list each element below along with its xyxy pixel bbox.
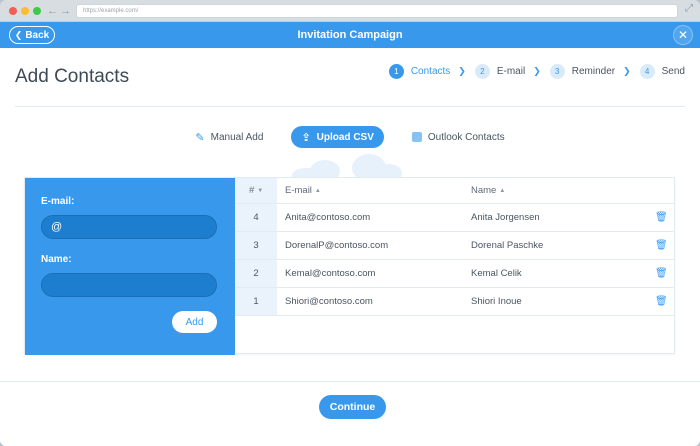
trash-icon[interactable]: 🗑: [655, 288, 668, 316]
window-maximize-dot[interactable]: [33, 7, 41, 15]
footer-divider: [0, 381, 700, 382]
browser-window: ← → https://example.com/ ⤢ ❮ Back Invita…: [0, 0, 700, 446]
contacts-table: # ▼ E-mail ▲ Name ▲ 4 Anita@contoso.com: [235, 178, 675, 355]
row-name: Anita Jorgensen: [471, 212, 540, 223]
tab-label: Upload CSV: [316, 131, 374, 143]
step-email[interactable]: 2 E-mail: [474, 64, 526, 79]
row-email: Shiori@contoso.com: [285, 296, 373, 307]
header-divider: [15, 106, 685, 107]
window-minimize-dot[interactable]: [21, 7, 29, 15]
upload-icon: ⇪: [301, 131, 311, 144]
step-label: E-mail: [496, 66, 526, 77]
table-row: 3 DorenalP@contoso.com Dorenal Paschke 🗑: [235, 232, 675, 260]
chevron-right-icon: ❯: [533, 66, 541, 76]
tab-outlook-contacts[interactable]: Outlook Contacts: [402, 126, 515, 148]
campaign-title: Invitation Campaign: [297, 29, 403, 41]
email-label: E-mail:: [41, 196, 75, 207]
row-number: 3: [253, 240, 259, 251]
url-bar[interactable]: https://example.com/: [76, 4, 678, 18]
top-bar: ❮ Back Invitation Campaign ✕: [0, 22, 700, 48]
table-header: # ▼ E-mail ▲ Name ▲: [235, 178, 675, 204]
import-tabs: ✎ Manual Add ⇪ Upload CSV Outlook Contac…: [0, 126, 700, 148]
window-close-dot[interactable]: [9, 7, 17, 15]
table-row: 1 Shiori@contoso.com Shiori Inoue 🗑: [235, 288, 675, 316]
step-contacts[interactable]: 1 Contacts: [388, 64, 451, 79]
app-content: ❮ Back Invitation Campaign ✕ Add Contact…: [0, 22, 700, 446]
contacts-card: E-mail: @ Name: Add # ▼ E-mail ▲ Name ▲ …: [24, 177, 675, 355]
tab-label: Outlook Contacts: [427, 131, 505, 143]
tab-manual-add[interactable]: ✎ Manual Add: [185, 126, 273, 148]
header-name[interactable]: Name ▲: [471, 178, 505, 204]
name-label: Name:: [41, 254, 72, 265]
close-icon: ✕: [677, 28, 689, 42]
chevron-right-icon: ❯: [458, 66, 466, 76]
step-number: 1: [388, 64, 404, 79]
trash-icon[interactable]: 🗑: [655, 260, 668, 288]
header-label: #: [249, 185, 255, 196]
table-row: 2 Kemal@contoso.com Kemal Celik 🗑: [235, 260, 675, 288]
step-reminder[interactable]: 3 Reminder: [549, 64, 616, 79]
step-label: Send: [661, 66, 685, 77]
pencil-icon: ✎: [195, 131, 205, 144]
header-label: Name: [471, 185, 497, 196]
outlook-icon: [411, 132, 422, 142]
header-email[interactable]: E-mail ▲: [285, 178, 321, 204]
trash-icon[interactable]: 🗑: [655, 232, 668, 260]
sort-arrow-icon: ▼: [257, 188, 264, 194]
add-button[interactable]: Add: [172, 311, 217, 333]
sort-arrow-icon: ▲: [314, 188, 321, 194]
wizard-steps: 1 Contacts ❯ 2 E-mail ❯ 3 Reminder ❯ 4 S…: [388, 64, 685, 79]
header-label: E-mail: [285, 185, 312, 196]
expand-icon[interactable]: ⤢: [685, 3, 693, 14]
header-num[interactable]: # ▼: [249, 178, 263, 204]
row-email: Anita@contoso.com: [285, 212, 371, 223]
step-label: Contacts: [410, 66, 451, 77]
tab-upload-csv[interactable]: ⇪ Upload CSV: [291, 126, 384, 148]
add-contact-form: E-mail: @ Name: Add: [25, 178, 235, 355]
row-number: 2: [253, 268, 259, 279]
email-field[interactable]: @: [41, 215, 217, 239]
table-row: 4 Anita@contoso.com Anita Jorgensen 🗑: [235, 204, 675, 232]
name-field[interactable]: [41, 273, 217, 297]
step-number: 3: [549, 64, 565, 79]
page-title: Add Contacts: [15, 66, 130, 87]
continue-button[interactable]: Continue: [319, 395, 386, 419]
row-name: Dorenal Paschke: [471, 240, 544, 251]
row-number: 4: [253, 212, 259, 223]
row-email: Kemal@contoso.com: [285, 268, 376, 279]
step-number: 4: [639, 64, 655, 79]
step-label: Reminder: [571, 66, 616, 77]
tab-label: Manual Add: [210, 131, 264, 143]
browser-back-icon[interactable]: ←: [47, 4, 58, 18]
browser-chrome: ← → https://example.com/ ⤢: [0, 0, 700, 22]
browser-forward-icon[interactable]: →: [60, 4, 71, 18]
trash-icon[interactable]: 🗑: [655, 204, 668, 232]
step-send[interactable]: 4 Send: [639, 64, 685, 79]
row-name: Kemal Celik: [471, 268, 522, 279]
sort-arrow-icon: ▲: [499, 188, 506, 194]
close-button[interactable]: ✕: [673, 25, 693, 45]
row-email: DorenalP@contoso.com: [285, 240, 389, 251]
row-name: Shiori Inoue: [471, 296, 522, 307]
step-number: 2: [474, 64, 490, 79]
row-number: 1: [253, 296, 259, 307]
chevron-right-icon: ❯: [623, 66, 631, 76]
